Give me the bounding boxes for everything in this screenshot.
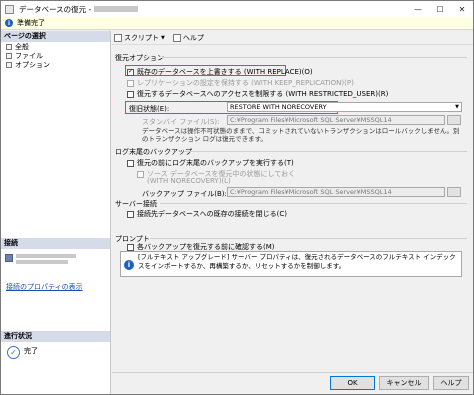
minimize-button[interactable]: —: [407, 1, 429, 17]
help-button[interactable]: ヘルプ: [433, 376, 469, 390]
help-label: ヘルプ: [182, 33, 204, 42]
standby-file-value: C:¥Program Files¥Microsoft SQL Server¥MS…: [230, 116, 392, 124]
recovery-state-label: 復旧状態(E):: [129, 105, 170, 113]
redacted-server-name: [94, 6, 139, 12]
close-connections-label: 接続先データベースへの既存の接続を閉じる(C): [137, 210, 287, 218]
completed-icon: ✓: [7, 346, 20, 359]
help-icon: [172, 33, 181, 42]
recovery-state-note: データベースは操作不可状態のままで、コミットされていないトランザクションはロール…: [142, 127, 460, 143]
nav-item-general[interactable]: 全般: [1, 43, 110, 51]
script-icon: [114, 33, 122, 42]
ok-button[interactable]: OK: [330, 376, 375, 390]
nav-item-label: オプション: [15, 61, 50, 69]
fulltext-info-panel: i [フルテキスト アップグレード] サーバー プロパティは、復元されるデータベ…: [120, 251, 462, 277]
close-connections-checkbox[interactable]: 接続先データベースへの既存の接続を閉じる(C): [127, 209, 287, 219]
checkbox-unchecked[interactable]: [127, 210, 134, 218]
backup-browse-button[interactable]: [447, 187, 461, 197]
chevron-down-icon: ▼: [161, 34, 165, 41]
restore-database-dialog: データベースの復元 - — ☐ ✕ i 準備完了 ページの選択 全般 ファイル …: [0, 0, 474, 395]
dialog-footer: OK キャンセル ヘルプ: [112, 372, 473, 394]
page-icon: [6, 62, 12, 68]
standby-file-label: スタンバイ ファイル(S):: [142, 118, 220, 126]
leave-restoring-label-2: (WITH NORECOVERY)(L): [147, 177, 231, 185]
standby-file-field[interactable]: C:¥Program Files¥Microsoft SQL Server¥MS…: [227, 115, 445, 125]
checkbox-unchecked[interactable]: [127, 159, 134, 167]
status-bar: i 準備完了: [1, 17, 473, 30]
nav-item-options[interactable]: オプション: [1, 61, 110, 69]
keep-replication-label: レプリケーションの設定を保持する (WITH KEEP_REPLICATION)…: [137, 79, 354, 87]
info-icon: i: [124, 260, 134, 270]
title-bar: データベースの復元 - — ☐ ✕: [1, 1, 473, 17]
connection-properties-link[interactable]: 接続のプロパティの表示: [1, 282, 110, 292]
connection-info: [1, 252, 110, 264]
progress-header: 進行状況: [1, 331, 110, 342]
backup-file-value: C:¥Program Files¥Microsoft SQL Server¥MS…: [230, 188, 392, 196]
connection-section: 接続 接続のプロパティの表示: [1, 238, 110, 292]
redacted-connection-details: [16, 252, 80, 264]
recovery-state-dropdown[interactable]: RESTORE WITH NORECOVERY ▼: [227, 102, 462, 112]
divider: [160, 203, 467, 204]
page-select-header: ページの選択: [1, 31, 110, 42]
app-icon: [5, 4, 14, 14]
checkbox-unchecked[interactable]: [127, 79, 134, 87]
progress-section: 進行状況 ✓ 完了: [1, 331, 110, 359]
fulltext-info-text: [フルテキスト アップグレード] サーバー プロパティは、復元されるデータベース…: [138, 253, 456, 270]
backup-file-label: バックアップ ファイル(B):: [142, 190, 227, 198]
server-connections-header: サーバー接続: [115, 200, 157, 208]
info-icon: i: [5, 19, 13, 27]
cancel-button[interactable]: キャンセル: [379, 376, 429, 390]
standby-browse-button[interactable]: [447, 115, 461, 125]
restrict-access-label: 復元するデータベースへのアクセスを制限する (WITH RESTRICTED_U…: [137, 90, 389, 98]
connection-header: 接続: [1, 238, 110, 249]
status-text: 準備完了: [17, 19, 45, 27]
options-page: スクリプト ▼ ヘルプ 復元オプション ✓ 既存のデータベースを上書きする (W…: [112, 31, 473, 371]
recovery-state-value: RESTORE WITH NORECOVERY: [230, 103, 327, 111]
divider: [162, 57, 467, 58]
script-button[interactable]: スクリプト ▼: [114, 33, 165, 43]
help-toolbar-button[interactable]: ヘルプ: [172, 33, 204, 43]
tail-log-checkbox[interactable]: 復元の前にログ末尾のバックアップを実行する(T): [127, 158, 294, 168]
divider: [150, 238, 467, 239]
maximize-button[interactable]: ☐: [429, 1, 451, 17]
window-title: データベースの復元 -: [19, 4, 92, 14]
nav-item-files[interactable]: ファイル: [1, 52, 110, 60]
toolbar: スクリプト ▼ ヘルプ: [112, 31, 473, 45]
page-icon: [6, 44, 12, 50]
checkbox-unchecked[interactable]: [137, 170, 144, 178]
overwrite-label: 既存のデータベースを上書きする (WITH REPLACE)(O): [137, 68, 313, 76]
server-icon: [5, 254, 13, 262]
progress-status: 完了: [24, 347, 38, 355]
keep-replication-checkbox[interactable]: レプリケーションの設定を保持する (WITH KEEP_REPLICATION)…: [127, 78, 354, 88]
backup-file-field[interactable]: C:¥Program Files¥Microsoft SQL Server¥MS…: [227, 187, 445, 197]
tail-log-label: 復元の前にログ末尾のバックアップを実行する(T): [137, 159, 294, 167]
page-icon: [6, 53, 12, 59]
checkbox-unchecked[interactable]: [127, 243, 134, 251]
divider: [184, 151, 467, 152]
restore-options-header: 復元オプション: [115, 54, 164, 62]
chevron-down-icon: ▼: [455, 104, 459, 110]
checkbox-checked[interactable]: ✓: [127, 68, 134, 76]
tail-log-header: ログ末尾のバックアップ: [115, 148, 192, 156]
overwrite-checkbox[interactable]: ✓ 既存のデータベースを上書きする (WITH REPLACE)(O): [127, 67, 313, 77]
script-label: スクリプト: [124, 33, 159, 42]
checkbox-unchecked[interactable]: [127, 90, 134, 98]
restrict-access-checkbox[interactable]: 復元するデータベースへのアクセスを制限する (WITH RESTRICTED_U…: [127, 89, 388, 99]
left-panel: ページの選択 全般 ファイル オプション 接続 接続のプロパティの表示 進行状況…: [1, 31, 111, 394]
close-button[interactable]: ✕: [451, 1, 473, 17]
